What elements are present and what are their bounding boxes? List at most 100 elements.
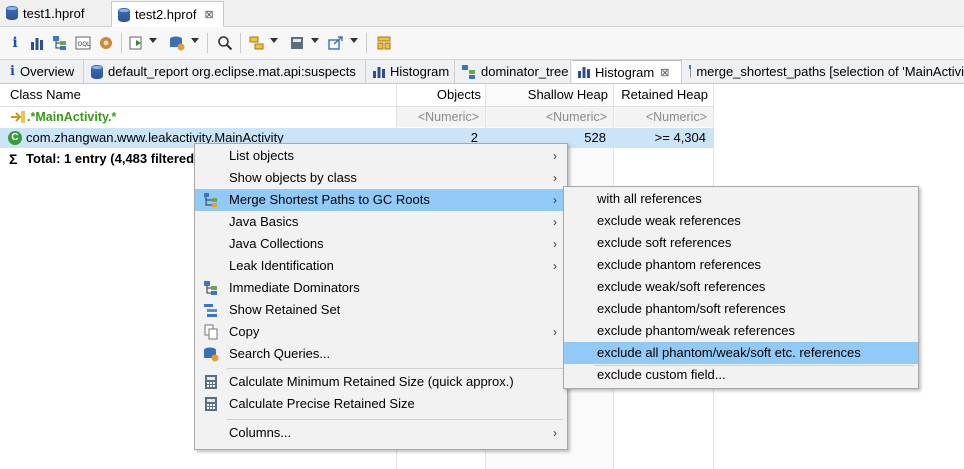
close-tab-icon[interactable]: ⊠ — [660, 66, 669, 79]
chevron-right-icon: › — [553, 215, 557, 229]
chevron-down-icon[interactable] — [191, 38, 199, 43]
svg-text:OQL: OQL — [78, 41, 91, 48]
copy-icon — [204, 324, 218, 340]
submenu-item-exclude-phantom[interactable]: exclude phantom references — [564, 254, 918, 276]
class-name-filter[interactable]: .*MainActivity.* — [27, 107, 116, 127]
dominator-tree-icon — [462, 64, 475, 79]
tab-label: merge_shortest_paths [selection of 'Main… — [696, 64, 964, 79]
tab-dominator-tree[interactable]: dominator_tree — [456, 60, 571, 83]
dominator-tree-icon — [204, 281, 217, 295]
tab-overview[interactable]: i Overview — [4, 60, 84, 83]
file-tab-test1[interactable]: test1.hprof — [0, 1, 110, 25]
menu-item-java-basics[interactable]: Java Basics › — [195, 211, 567, 233]
tab-label: default_report org.eclipse.mat.api:suspe… — [108, 64, 356, 79]
tab-label: Overview — [19, 64, 75, 79]
menu-item-search-queries[interactable]: Search Queries... — [195, 343, 567, 365]
menu-item-java-collections[interactable]: Java Collections › — [195, 233, 567, 255]
file-tab-label: test2.hprof — [135, 7, 197, 22]
view-tab-bar: i Overview default_report org.eclipse.ma… — [0, 60, 964, 84]
query-browser-icon[interactable] — [168, 34, 186, 52]
tab-label: Histogram — [595, 64, 655, 80]
merge-paths-icon — [204, 193, 217, 207]
column-header-class-name[interactable]: Class Name — [10, 84, 81, 106]
heap-dump-icon — [6, 6, 18, 20]
menu-separator — [227, 419, 563, 420]
column-header-retained-heap[interactable]: Retained Heap — [614, 84, 708, 106]
dominator-tree-icon[interactable] — [51, 34, 69, 52]
run-report-icon[interactable] — [127, 34, 145, 52]
file-tab-test2[interactable]: test2.hprof ⊠ — [111, 1, 224, 27]
tab-label: Histogram — [390, 64, 450, 79]
submenu-item-exclude-soft[interactable]: exclude soft references — [564, 232, 918, 254]
column-header-objects[interactable]: Objects — [396, 84, 481, 106]
context-menu: List objects › Show objects by class › Mer… — [194, 143, 568, 450]
submenu-item-exclude-all-phantom-weak-soft[interactable]: exclude all phantom/weak/soft etc. refer… — [564, 342, 918, 364]
query-browser-icon — [204, 347, 219, 362]
submenu-item-with-all-references[interactable]: with all references — [564, 188, 918, 210]
pin-icon[interactable] — [375, 34, 393, 52]
group-by-icon[interactable] — [248, 34, 266, 52]
toolbar: i OQL — [0, 27, 964, 60]
objects-filter[interactable]: <Numeric> — [418, 110, 485, 124]
menu-item-calculate-minimum-retained[interactable]: Calculate Minimum Retained Size (quick a… — [195, 371, 567, 393]
submenu-item-exclude-weak[interactable]: exclude weak references — [564, 210, 918, 232]
chevron-down-icon[interactable] — [350, 38, 358, 43]
heap-dump-icon — [118, 7, 130, 22]
merge-paths-icon — [689, 64, 692, 77]
chevron-down-icon[interactable] — [149, 38, 157, 43]
submenu-item-exclude-weak-soft[interactable]: exclude weak/soft references — [564, 276, 918, 298]
close-tab-icon[interactable]: ⊠ — [204, 8, 213, 21]
menu-item-columns[interactable]: Columns... › — [195, 422, 567, 444]
chevron-right-icon: › — [553, 171, 557, 185]
file-tab-label: test1.hprof — [23, 5, 85, 21]
menu-item-show-retained-set[interactable]: Show Retained Set — [195, 299, 567, 321]
chevron-right-icon: › — [553, 426, 557, 440]
menu-item-show-objects-by-class[interactable]: Show objects by class › — [195, 167, 567, 189]
menu-item-immediate-dominators[interactable]: Immediate Dominators — [195, 277, 567, 299]
chevron-down-icon[interactable] — [270, 38, 278, 43]
oql-icon[interactable]: OQL — [74, 34, 92, 52]
row-retained-heap: >= 4,304 — [654, 130, 706, 145]
histogram-icon — [373, 66, 385, 78]
tab-label: dominator_tree — [481, 64, 569, 79]
search-icon[interactable] — [216, 34, 234, 52]
report-icon — [91, 64, 103, 79]
tab-histogram-active[interactable]: Histogram ⊠ — [572, 60, 682, 83]
column-header-shallow-heap[interactable]: Shallow Heap — [486, 84, 608, 106]
menu-separator — [227, 368, 563, 369]
menu-item-copy[interactable]: Copy › — [195, 321, 567, 343]
retained-heap-filter[interactable]: <Numeric> — [646, 110, 713, 124]
chevron-right-icon: › — [553, 237, 557, 251]
submenu-merge-shortest-paths: with all references exclude weak referen… — [563, 186, 919, 389]
shallow-heap-filter[interactable]: <Numeric> — [546, 110, 613, 124]
chevron-right-icon: › — [553, 149, 557, 163]
chevron-right-icon: › — [553, 193, 557, 207]
submenu-item-exclude-phantom-soft[interactable]: exclude phantom/soft references — [564, 298, 918, 320]
total-row: Total: 1 entry (4,483 filtered — [26, 151, 195, 166]
sigma-icon: Σ — [9, 151, 18, 167]
tab-histogram[interactable]: Histogram — [367, 60, 455, 83]
submenu-item-exclude-custom-field[interactable]: exclude custom field... — [564, 364, 918, 386]
chevron-right-icon: › — [553, 325, 557, 339]
heap-dump-overview-icon[interactable] — [97, 34, 115, 52]
calculate-retained-icon[interactable] — [288, 34, 306, 52]
submenu-item-exclude-phantom-weak[interactable]: exclude phantom/weak references — [564, 320, 918, 342]
class-icon: C — [8, 131, 22, 145]
menu-item-leak-identification[interactable]: Leak Identification › — [195, 255, 567, 277]
info-icon[interactable]: i — [6, 34, 24, 52]
tab-default-report[interactable]: default_report org.eclipse.mat.api:suspe… — [85, 60, 366, 83]
chevron-down-icon[interactable] — [311, 38, 319, 43]
histogram-icon — [578, 67, 590, 78]
menu-item-list-objects[interactable]: List objects › — [195, 145, 567, 167]
calculator-icon — [205, 397, 217, 411]
chevron-right-icon: › — [553, 259, 557, 273]
info-icon: i — [10, 64, 15, 79]
histogram-icon[interactable] — [28, 34, 46, 52]
menu-item-merge-shortest-paths[interactable]: Merge Shortest Paths to GC Roots › — [195, 189, 567, 211]
editor-tab-bar: test1.hprof test2.hprof ⊠ — [0, 0, 964, 27]
tab-merge-shortest-paths[interactable]: merge_shortest_paths [selection of 'Main… — [683, 60, 964, 83]
export-icon[interactable] — [327, 34, 345, 52]
retained-set-icon — [204, 304, 217, 317]
calculator-icon — [205, 375, 217, 389]
menu-item-calculate-precise-retained[interactable]: Calculate Precise Retained Size — [195, 393, 567, 415]
